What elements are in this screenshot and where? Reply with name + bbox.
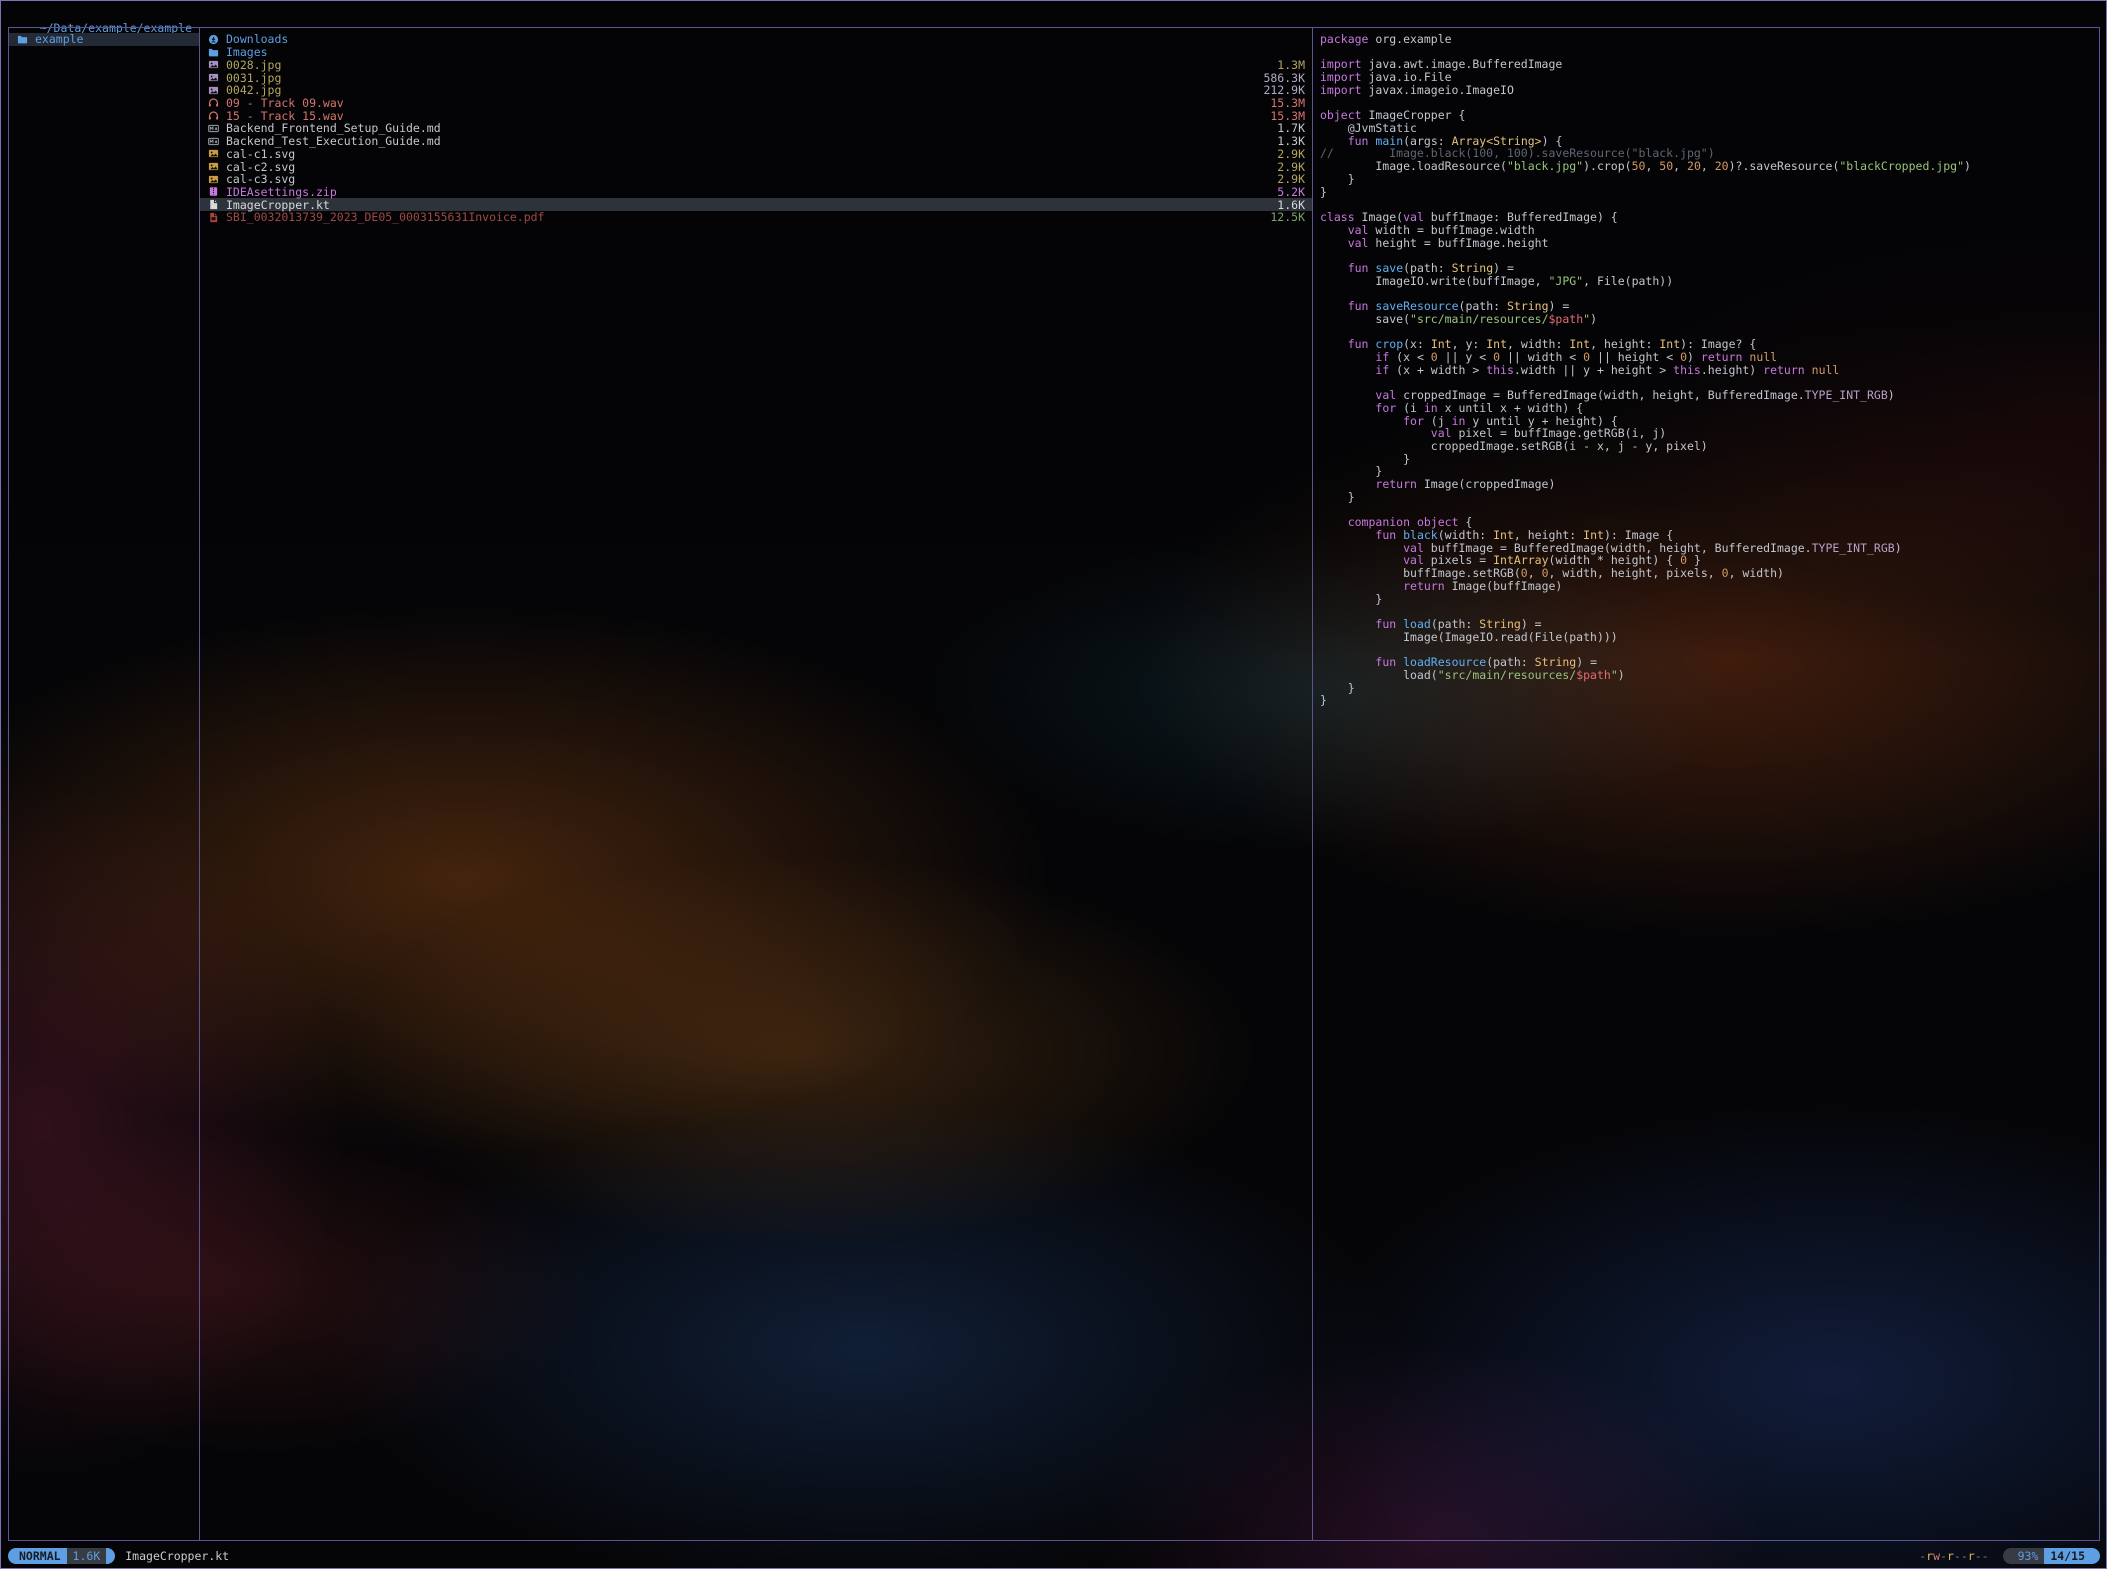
powerline-cap-right-end	[2091, 1548, 2100, 1564]
code-line: }	[1320, 173, 2099, 186]
code-line: save("src/main/resources/$path")	[1320, 313, 2099, 326]
code-line: }	[1320, 682, 2099, 695]
audio-icon	[208, 97, 220, 108]
path-breadcrumb: ~/Data/example/example	[12, 7, 192, 21]
image-icon	[208, 148, 220, 159]
file-name: SBI_0032013739_2023_DE05_0003155631Invoi…	[226, 210, 1270, 224]
code-line: return Image(croppedImage)	[1320, 478, 2099, 491]
file-size: 12.5K	[1270, 210, 1312, 224]
file-row[interactable]: SBI_0032013739_2023_DE05_0003155631Invoi…	[200, 211, 1312, 224]
code-line: }	[1320, 491, 2099, 504]
file-row[interactable]: 09 - Track 09.wav15.3M	[200, 97, 1312, 110]
permissions-text: -rw-r--r--	[1919, 1549, 1988, 1563]
code-line: }	[1320, 453, 2099, 466]
code-line: ImageIO.write(buffImage, "JPG", File(pat…	[1320, 275, 2099, 288]
file-row[interactable]: cal-c1.svg2.9K	[200, 147, 1312, 160]
file-size-badge: 1.6K	[67, 1548, 107, 1564]
preview-pane: package org.example import java.awt.imag…	[1313, 33, 2099, 1540]
parent-item-label: example	[35, 33, 83, 46]
file-position: 14/15	[2044, 1548, 2091, 1564]
file-icon	[208, 199, 220, 210]
powerline-cap-right	[106, 1548, 115, 1564]
folder-icon	[17, 34, 29, 45]
file-row[interactable]: Downloads	[200, 33, 1312, 46]
mode-badge: NORMAL	[17, 1548, 67, 1564]
image-icon	[208, 72, 220, 83]
code-line: import javax.imageio.ImageIO	[1320, 84, 2099, 97]
file-list-pane: DownloadsImages0028.jpg1.3M0031.jpg586.3…	[200, 33, 1312, 1540]
markdown-icon	[208, 123, 220, 134]
file-row[interactable]: ImageCropper.kt1.6K	[200, 198, 1312, 211]
code-line: if (x + width > this.width || y + height…	[1320, 364, 2099, 377]
status-right: -rw-r--r-- 93% 14/15	[1919, 1548, 2100, 1564]
status-bar: NORMAL 1.6K ImageCropper.kt -rw-r--r-- 9…	[8, 1547, 2100, 1564]
image-icon	[208, 174, 220, 185]
file-row[interactable]: cal-c2.svg2.9K	[200, 160, 1312, 173]
scroll-percent: 93%	[2012, 1548, 2045, 1564]
file-row[interactable]: IDEAsettings.zip5.2K	[200, 186, 1312, 199]
yazi-window: example DownloadsImages0028.jpg1.3M0031.…	[8, 27, 2100, 1541]
code-line: load("src/main/resources/$path")	[1320, 669, 2099, 682]
file-row[interactable]: Backend_Frontend_Setup_Guide.md1.7K	[200, 122, 1312, 135]
archive-icon	[208, 186, 220, 197]
file-row[interactable]: Images	[200, 46, 1312, 59]
code-line: }	[1320, 593, 2099, 606]
file-row[interactable]: 0031.jpg586.3K	[200, 71, 1312, 84]
pdf-icon	[208, 212, 220, 223]
code-line: Image.loadResource("black.jpg").crop(50,…	[1320, 160, 2099, 173]
image-icon	[208, 85, 220, 96]
markdown-icon	[208, 136, 220, 147]
file-row[interactable]: 15 - Track 15.wav15.3M	[200, 109, 1312, 122]
code-line: package org.example	[1320, 33, 2099, 46]
powerline-cap-dark	[2003, 1548, 2012, 1564]
code-line: return Image(buffImage)	[1320, 580, 2099, 593]
code-line: croppedImage.setRGB(i - x, j - y, pixel)	[1320, 440, 2099, 453]
image-icon	[208, 161, 220, 172]
code-line: }	[1320, 694, 2099, 707]
parent-item-example[interactable]: example	[9, 33, 199, 46]
folder-icon	[208, 47, 220, 58]
parent-pane: example	[9, 33, 199, 1540]
file-row[interactable]: 0028.jpg1.3M	[200, 58, 1312, 71]
folder-download-icon	[208, 34, 220, 45]
code-line: }	[1320, 186, 2099, 199]
file-row[interactable]: 0042.jpg212.9K	[200, 84, 1312, 97]
code-line: object ImageCropper {	[1320, 109, 2099, 122]
code-line: val height = buffImage.height	[1320, 237, 2099, 250]
status-left: NORMAL 1.6K ImageCropper.kt	[8, 1548, 229, 1564]
code-line: Image(ImageIO.read(File(path)))	[1320, 631, 2099, 644]
terminal-screen: ~/Data/example/example example Downloads…	[0, 0, 2107, 1569]
audio-icon	[208, 110, 220, 121]
powerline-cap-left	[8, 1548, 17, 1564]
file-row[interactable]: Backend_Test_Execution_Guide.md1.3K	[200, 135, 1312, 148]
statusbar-filename: ImageCropper.kt	[125, 1549, 229, 1563]
image-icon	[208, 59, 220, 70]
file-row[interactable]: cal-c3.svg2.9K	[200, 173, 1312, 186]
